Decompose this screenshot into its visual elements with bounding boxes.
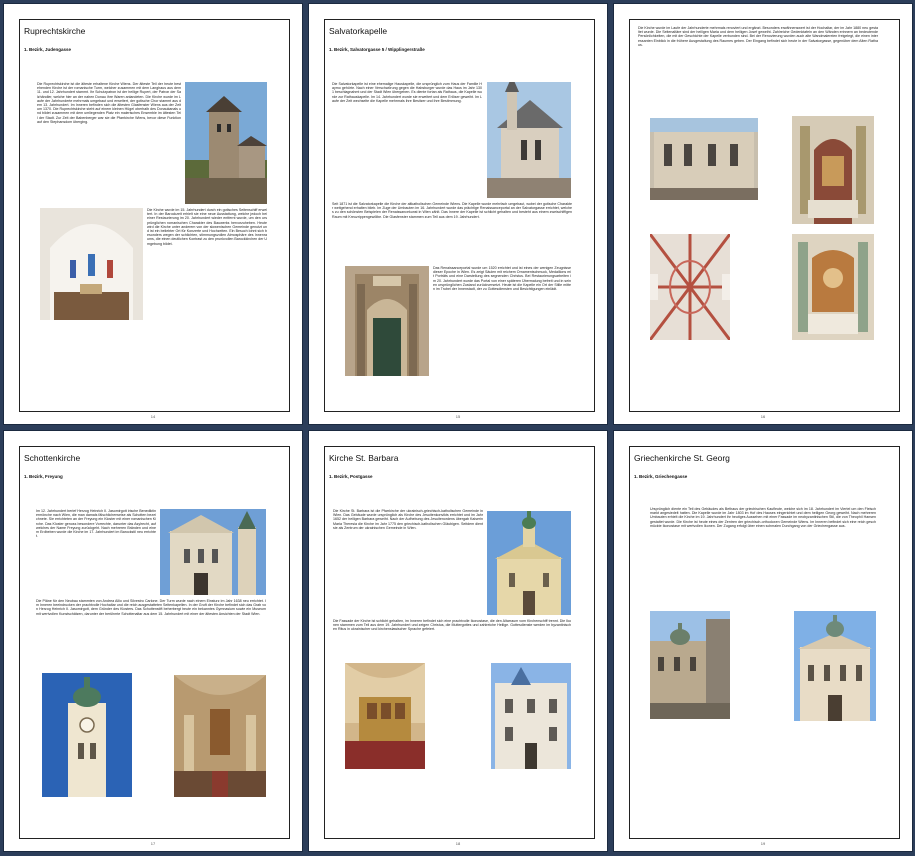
iconostasis-photo (345, 663, 425, 769)
page-title: Salvatorkapelle (329, 26, 388, 36)
church-exterior-photo (487, 511, 571, 615)
page-subtitle: 1. Bezirk, Griechengasse (634, 474, 688, 479)
page-title: Schottenkirche (24, 453, 81, 463)
church-interior-photo (40, 208, 143, 320)
page-number: 18 (455, 841, 461, 846)
church-facade-photo (794, 611, 876, 721)
church-street-view-photo (650, 611, 730, 719)
page-title: Griechenkirche St. Georg (634, 453, 730, 463)
page-subtitle: 1. Bezirk, Freyung (24, 474, 63, 479)
body-text: Die Kirche St. Barbara ist die Pfarrkirc… (333, 509, 483, 530)
page-number: 17 (150, 841, 156, 846)
body-text: Seit 1871 ist die Salvatorkapelle die Ki… (332, 202, 572, 219)
body-text: Ursprünglich diente ein Teil des Gebäude… (650, 507, 876, 528)
document-page-17: Schottenkirche 1. Bezirk, Freyung Im 12.… (4, 431, 302, 851)
page-number: 19 (760, 841, 766, 846)
church-tower-photo (185, 82, 267, 204)
baroque-interior-photo (174, 675, 266, 797)
church-facade-photo (160, 509, 266, 595)
church-tower-photo (42, 673, 132, 797)
page-subtitle: 1. Bezirk, Judengasse (24, 47, 72, 52)
body-text: Die Salvatorkapelle ist eine ehemalige H… (332, 82, 482, 103)
document-page-14: Ruprechtskirche 1. Bezirk, Judengasse Di… (4, 4, 302, 424)
body-text: Im 12. Jahrhundert berief Herzog Heinric… (36, 509, 156, 539)
vaulted-ceiling-photo (650, 234, 730, 340)
page-number: 15 (455, 414, 461, 419)
church-street-photo (491, 663, 571, 769)
document-page-18: Kirche St. Barbara 1. Bezirk, Postgasse … (309, 431, 607, 851)
body-text: Die Pläne für den Neubau stammten von An… (36, 599, 266, 616)
document-page-15: Salvatorkapelle 1. Bezirk, Salvatorgasse… (309, 4, 607, 424)
body-text: Die Kirche wurde im Laufe der Jahrhunder… (638, 26, 878, 47)
page-title: Kirche St. Barbara (329, 453, 399, 463)
body-text: Das Renaissanceportal wurde um 1520 erri… (433, 266, 571, 292)
page-number: 16 (760, 414, 766, 419)
page-subtitle: 1. Bezirk, Salvatorgasse 5 / Wipplingers… (329, 47, 425, 52)
page-number: 14 (150, 414, 156, 419)
side-altar-painting-photo (792, 234, 874, 340)
document-page-16: Die Kirche wurde im Laufe der Jahrhunder… (614, 4, 912, 424)
body-text: Die Kirche wurde im 15. Jahrhundert durc… (147, 208, 267, 246)
altar-photo (792, 116, 874, 224)
chapel-exterior-photo (487, 82, 571, 198)
chapel-facade-photo (650, 118, 758, 200)
page-title: Ruprechtskirche (24, 26, 86, 36)
page-subtitle: 1. Bezirk, Postgasse (329, 474, 373, 479)
body-text: Die Ruprechtskirche ist die älteste erha… (37, 82, 181, 124)
document-page-19: Griechenkirche St. Georg 1. Bezirk, Grie… (614, 431, 912, 851)
renaissance-portal-photo (345, 266, 429, 376)
body-text: Die Fassade der Kirche ist schlicht geha… (333, 619, 571, 632)
